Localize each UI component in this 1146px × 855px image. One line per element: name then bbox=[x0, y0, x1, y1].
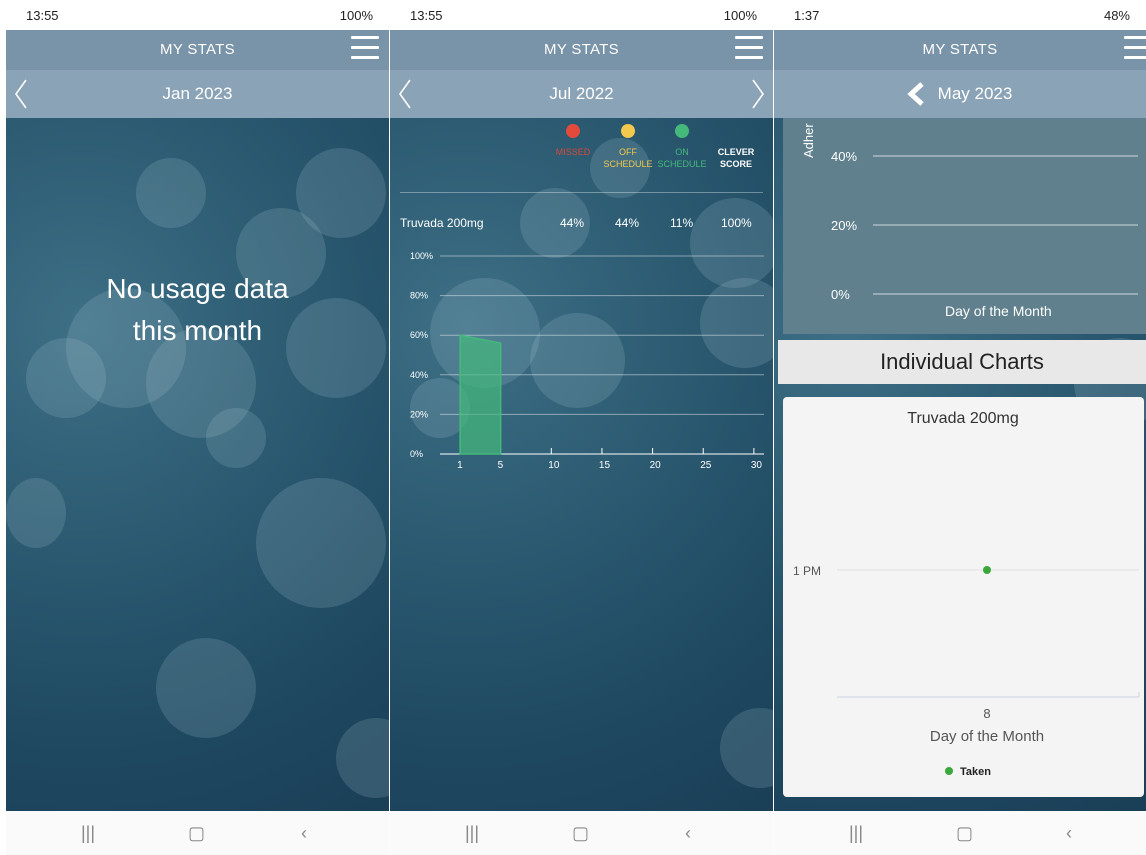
chevron-right-icon[interactable] bbox=[745, 76, 769, 112]
legend-missed-label: MISSED bbox=[555, 147, 591, 157]
x-tick-label: 1 bbox=[457, 460, 463, 471]
background: No usage data this month bbox=[6, 118, 389, 811]
data-point bbox=[983, 566, 991, 574]
legend-off-label: OFF bbox=[619, 147, 637, 157]
system-nav-bar: ||| ▢ ‹ bbox=[390, 811, 773, 855]
missed-dot-icon bbox=[566, 124, 580, 138]
status-battery: 100% bbox=[723, 8, 757, 23]
individual-charts-title: Individual Charts bbox=[880, 349, 1044, 374]
recent-apps-icon[interactable]: ||| bbox=[849, 823, 863, 844]
month-label: May 2023 bbox=[937, 84, 1013, 103]
app-header: MY STATS bbox=[390, 30, 773, 70]
phone-panel-3: 1:37 48% MY STATS May 2023 0% 20% 40% Day o… bbox=[774, 0, 1146, 855]
dose-time-chart: Truvada 200mg 1 PM 8 Day of the Month Taken bbox=[793, 410, 1140, 778]
off-schedule-dot-icon bbox=[621, 124, 635, 138]
x-tick-label: 10 bbox=[548, 460, 560, 471]
legend-off-schedule: OFF SCHEDULE bbox=[598, 124, 658, 170]
month-label: Jan 2023 bbox=[162, 84, 233, 103]
y-tick-label: 20% bbox=[831, 218, 857, 233]
legend-clever-score: CLEVER SCORE bbox=[706, 146, 766, 170]
adherence-line-chart: 0% 20% 40% Day of the Month Adher bbox=[801, 123, 1138, 319]
page-title: MY STATS bbox=[160, 41, 235, 58]
individual-charts-header: Individual Charts bbox=[778, 340, 1146, 384]
y-axis-label: Adher bbox=[801, 123, 816, 158]
system-nav-bar: ||| ▢ ‹ bbox=[6, 811, 389, 855]
chart-title: Truvada 200mg bbox=[907, 410, 1018, 427]
legend-off-label-2: SCHEDULE bbox=[603, 159, 653, 169]
status-bar: 1:37 48% bbox=[774, 0, 1146, 30]
area-series bbox=[459, 334, 502, 455]
phone-panel-1: 13:55 100% MY STATS Jan 2023 No usage da… bbox=[6, 0, 389, 855]
legend-on-schedule: ON SCHEDULE bbox=[652, 124, 712, 170]
on-schedule-dot-icon bbox=[675, 124, 689, 138]
x-tick-label: 25 bbox=[700, 460, 712, 471]
y-tick-label: 40% bbox=[410, 370, 428, 380]
background: MISSED OFF SCHEDULE ON SCHEDULE CLEVER S… bbox=[390, 118, 773, 811]
home-icon[interactable]: ▢ bbox=[188, 823, 205, 844]
y-tick-label: 100% bbox=[410, 251, 433, 261]
system-nav-bar: ||| ▢ ‹ bbox=[774, 811, 1146, 855]
no-data-text: No usage data this month bbox=[106, 273, 289, 346]
status-time: 13:55 bbox=[410, 8, 443, 23]
recent-apps-icon[interactable]: ||| bbox=[465, 823, 479, 844]
status-bar: 13:55 100% bbox=[390, 0, 773, 30]
on-schedule-value: 11% bbox=[670, 216, 694, 230]
y-tick-label: 0% bbox=[410, 449, 423, 459]
home-icon[interactable]: ▢ bbox=[956, 823, 973, 844]
status-time: 13:55 bbox=[26, 8, 59, 23]
page-title: MY STATS bbox=[544, 41, 619, 58]
month-selector: Jul 2022 bbox=[390, 70, 773, 118]
drug-name: Truvada 200mg bbox=[400, 216, 484, 230]
legend-on-label: ON bbox=[675, 147, 689, 157]
adherence-chart-panel: 0% 20% 40% Day of the Month Adher bbox=[783, 118, 1146, 334]
x-tick-label: 8 bbox=[983, 706, 990, 721]
status-bar: 13:55 100% bbox=[6, 0, 389, 30]
app-header: MY STATS bbox=[774, 30, 1146, 70]
x-axis-label: Day of the Month bbox=[930, 728, 1044, 745]
app-header: MY STATS bbox=[6, 30, 389, 70]
legend-taken-dot-icon bbox=[945, 767, 953, 775]
menu-icon[interactable] bbox=[351, 36, 379, 62]
clever-score-value: 100% bbox=[721, 216, 752, 230]
legend-on-label-2: SCHEDULE bbox=[657, 159, 707, 169]
page-title: MY STATS bbox=[922, 41, 998, 58]
x-axis-label: Day of the Month bbox=[945, 303, 1052, 319]
phone-panel-2: 13:55 100% MY STATS Jul 2022 MISSED OFF … bbox=[390, 0, 773, 855]
status-battery: 100% bbox=[339, 8, 373, 23]
legend-clever-label: CLEVER bbox=[717, 147, 755, 157]
x-tick-label: 15 bbox=[599, 460, 611, 471]
home-icon[interactable]: ▢ bbox=[572, 823, 589, 844]
off-schedule-value: 44% bbox=[615, 216, 640, 230]
status-time: 1:37 bbox=[794, 8, 820, 23]
legend-score-label: SCORE bbox=[719, 159, 752, 169]
month-label: Jul 2022 bbox=[549, 84, 614, 103]
back-icon[interactable]: ‹ bbox=[301, 823, 307, 844]
y-tick-label: 80% bbox=[410, 291, 428, 301]
adherence-area-chart: 0%20%40%60%80%100%1 5 10 15 20 25 30 bbox=[410, 251, 764, 471]
legend-taken-label: Taken bbox=[960, 766, 991, 778]
y-tick-label: 40% bbox=[831, 149, 857, 164]
y-tick-label: 0% bbox=[831, 287, 850, 302]
no-data-message: No usage data this month bbox=[6, 268, 389, 352]
x-tick-label: 5 bbox=[498, 460, 504, 471]
x-tick-label: 30 bbox=[751, 460, 763, 471]
y-tick-label: 60% bbox=[410, 330, 428, 340]
missed-value: 44% bbox=[560, 216, 585, 230]
status-battery: 48% bbox=[1103, 8, 1130, 23]
divider bbox=[400, 192, 763, 193]
y-tick-label: 1 PM bbox=[793, 564, 821, 578]
back-icon[interactable]: ‹ bbox=[1066, 823, 1072, 844]
month-selector: Jan 2023 bbox=[6, 70, 389, 118]
x-tick-label: 20 bbox=[650, 460, 662, 471]
menu-icon[interactable] bbox=[1124, 36, 1146, 62]
legend-missed: MISSED bbox=[543, 124, 603, 158]
menu-icon[interactable] bbox=[735, 36, 763, 62]
month-selector: May 2023 bbox=[774, 70, 1146, 118]
recent-apps-icon[interactable]: ||| bbox=[81, 823, 95, 844]
y-tick-label: 20% bbox=[410, 409, 428, 419]
drug-chart-card: Truvada 200mg 1 PM 8 Day of the Month Taken bbox=[783, 397, 1144, 797]
back-icon[interactable]: ‹ bbox=[685, 823, 691, 844]
